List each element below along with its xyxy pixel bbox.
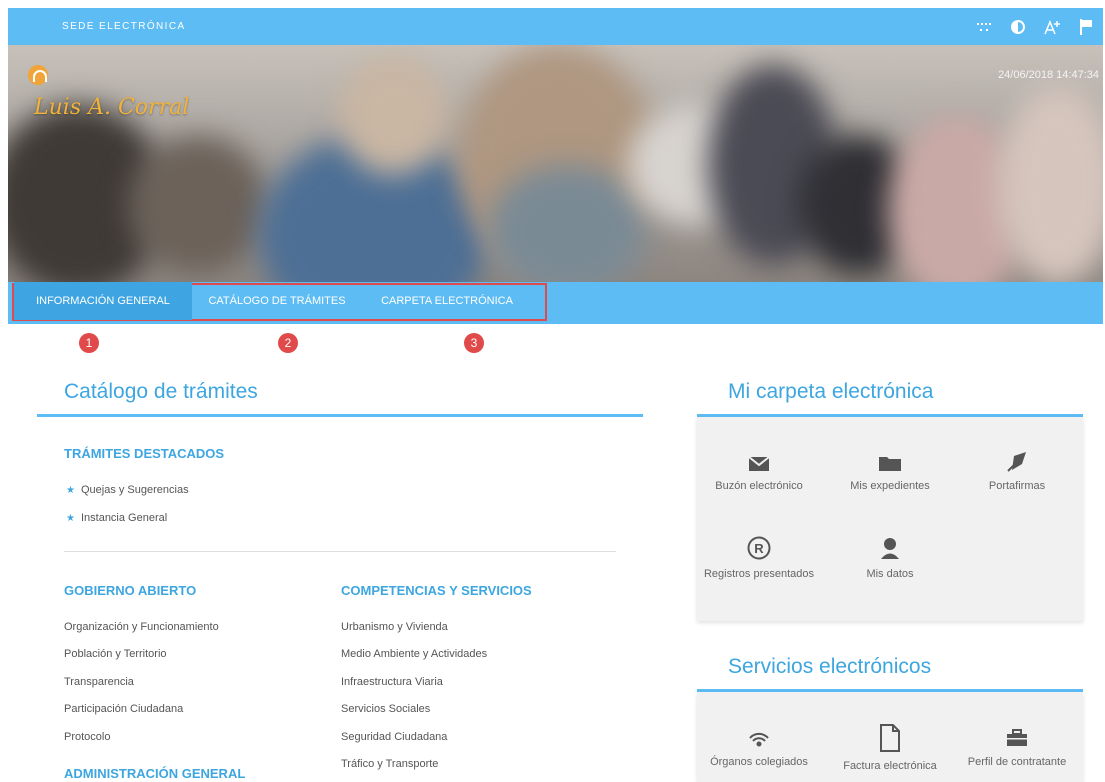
carpeta-card[interactable]: Portafirmas [957, 446, 1077, 492]
logo-mark-icon [28, 65, 48, 85]
datetime: 24/06/2018 14:47:34 [998, 69, 1099, 81]
carpeta-card[interactable]: R Registros presentados [699, 534, 819, 580]
nav-informacion-general[interactable]: INFORMACIÓN GENERAL [14, 282, 192, 320]
hero-banner: Luis A. Corral 24/06/2018 14:47:34 [8, 45, 1103, 282]
col1-title: GOBIERNO ABIERTO [64, 583, 197, 598]
featured-item[interactable]: ★ Quejas y Sugerencias [66, 484, 189, 496]
font-size-icon[interactable] [1035, 8, 1069, 45]
site-title: SEDE ELECTRÓNICA [62, 21, 186, 32]
catalog-link[interactable]: Medio Ambiente y Actividades [341, 648, 487, 660]
top-bar: SEDE ELECTRÓNICA [8, 8, 1103, 45]
featured-title: TRÁMITES DESTACADOS [64, 446, 225, 461]
catalog-title-rule [37, 414, 643, 417]
featured-item-label: Quejas y Sugerencias [80, 484, 189, 496]
svg-text:R: R [754, 541, 764, 556]
envelope-icon [699, 446, 819, 472]
star-icon: ★ [66, 485, 75, 496]
document-icon [830, 722, 950, 752]
carpeta-card[interactable]: Mis expedientes [830, 446, 950, 492]
catalog-link[interactable]: Seguridad Ciudadana [341, 731, 447, 743]
catalog-title: Catálogo de trámites [64, 380, 258, 403]
card-label: Buzón electrónico [715, 480, 803, 492]
main-nav: INFORMACIÓN GENERAL CATÁLOGO DE TRÁMITES… [8, 282, 1103, 324]
contrast-icon[interactable] [1001, 8, 1035, 45]
catalog-link[interactable]: Infraestructura Viaria [341, 676, 443, 688]
card-label: Mis datos [866, 568, 914, 580]
col1-next-title: ADMINISTRACIÓN GENERAL [64, 766, 246, 781]
carpeta-card[interactable]: Buzón electrónico [699, 446, 819, 492]
annotation-badge-1: 1 [79, 333, 99, 353]
divider [64, 551, 616, 552]
star-icon: ★ [66, 513, 75, 524]
briefcase-icon [957, 722, 1077, 748]
catalog-link[interactable]: Población y Territorio [64, 648, 167, 660]
carpeta-card[interactable]: Mis datos [830, 534, 950, 580]
annotation-badge-3: 3 [464, 333, 484, 353]
card-label: Mis expedientes [850, 480, 930, 492]
featured-item-label: Instancia General [80, 512, 168, 524]
card-label: Factura electrónica [843, 760, 937, 772]
servicios-title: Servicios electrónicos [728, 655, 932, 678]
catalog-link[interactable]: Urbanismo y Vivienda [341, 621, 448, 633]
catalog-link[interactable]: Transparencia [64, 676, 134, 688]
card-label: Perfil de contratante [967, 756, 1067, 768]
catalog-link[interactable]: Participación Ciudadana [64, 703, 183, 715]
featured-item[interactable]: ★ Instancia General [66, 512, 167, 524]
carpeta-title: Mi carpeta electrónica [728, 380, 934, 403]
card-label: Registros presentados [703, 568, 815, 580]
registered-icon: R [699, 534, 819, 560]
user-icon [830, 534, 950, 560]
folder-icon [830, 446, 950, 472]
servicios-card[interactable]: Factura electrónica [830, 722, 950, 772]
accessibility-tools [967, 8, 1103, 45]
flag-icon[interactable] [1069, 8, 1103, 45]
servicios-card[interactable]: Órganos colegiados [699, 722, 819, 768]
catalog-link[interactable]: Organización y Funcionamiento [64, 621, 219, 633]
catalog-link[interactable]: Tráfico y Transporte [341, 758, 438, 770]
logo-text: Luis A. Corral [34, 95, 190, 120]
card-label: Órganos colegiados [710, 756, 808, 768]
servicios-card[interactable]: Perfil de contratante [957, 722, 1077, 768]
broadcast-icon [699, 722, 819, 748]
nav-catalogo-tramites[interactable]: CATÁLOGO DE TRÁMITES [192, 282, 362, 320]
signature-icon [957, 446, 1077, 472]
col2-title: COMPETENCIAS Y SERVICIOS [341, 583, 532, 598]
sitemap-icon[interactable] [967, 8, 1001, 45]
catalog-link[interactable]: Protocolo [64, 731, 110, 743]
nav-carpeta-electronica[interactable]: CARPETA ELECTRÓNICA [362, 282, 532, 320]
catalog-link[interactable]: Servicios Sociales [341, 703, 430, 715]
card-label: Portafirmas [988, 480, 1046, 492]
annotation-badge-2: 2 [278, 333, 298, 353]
